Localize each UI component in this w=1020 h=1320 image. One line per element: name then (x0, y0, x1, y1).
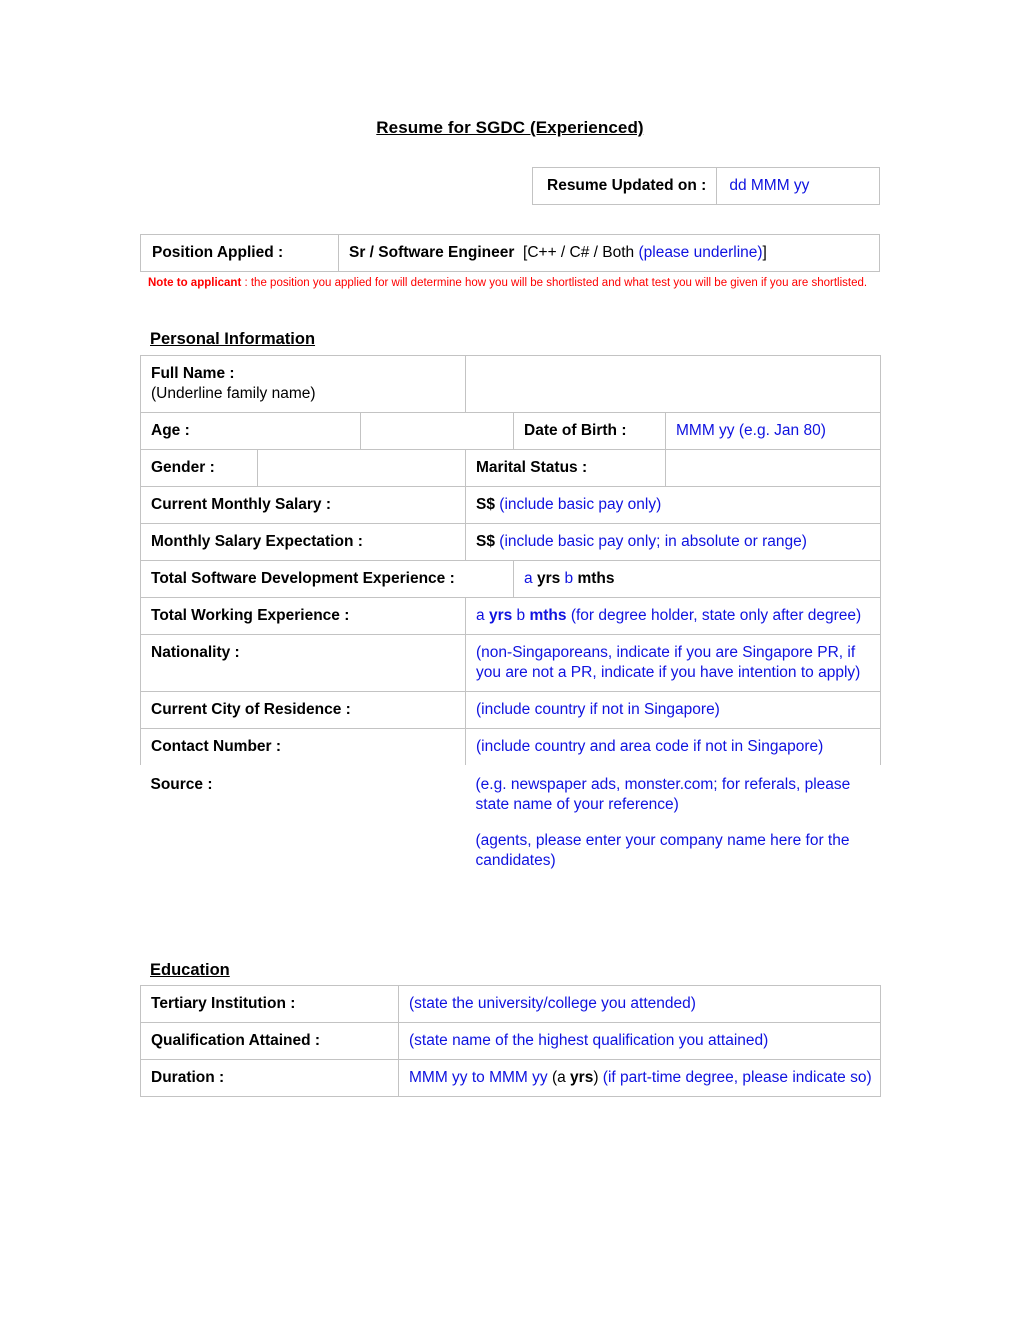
dev-experience-label-cell: Total Software Development Experience : (139, 560, 515, 598)
duration-years-unit: yrs (570, 1069, 594, 1086)
duration-value-cell[interactable]: MMM yy to MMM yy (a yrs) (if part-time d… (398, 1059, 881, 1097)
table-row-full-name: Full Name : (Underline family name) (139, 355, 882, 413)
tertiary-institution-label-cell: Tertiary Institution : (140, 985, 399, 1023)
dev-experience-months-value: b (564, 570, 574, 587)
date-of-birth-value-cell[interactable]: MMM yy (e.g. Jan 80) (665, 412, 882, 450)
marital-status-label-cell: Marital Status : (465, 449, 667, 487)
page-title: Resume for SGDC (Experienced) (376, 118, 644, 137)
duration-range-text: MMM yy to MMM yy (409, 1069, 552, 1086)
resume-updated-value[interactable]: dd MMM yy (717, 168, 819, 204)
table-row-dev-experience: Total Software Development Experience : … (139, 560, 882, 598)
contact-number-value-cell[interactable]: (include country and area code if not in… (465, 728, 882, 765)
full-name-label-cell: Full Name : (Underline family name) (139, 355, 467, 413)
table-row-current-city: Current City of Residence : (include cou… (139, 691, 882, 729)
dev-experience-months-unit: mths (577, 570, 615, 587)
source-label-cell: Source : (150, 776, 213, 793)
note-to-applicant-text: : the position you applied for will dete… (241, 277, 868, 289)
duration-label-cell: Duration : (140, 1059, 399, 1097)
working-experience-months-unit: mths (529, 607, 567, 624)
working-experience-years-value: a (476, 607, 485, 624)
working-experience-label-cell: Total Working Experience : (139, 597, 467, 635)
qualification-attained-label-cell: Qualification Attained : (140, 1022, 399, 1060)
position-applied-label: Position Applied : (141, 235, 339, 271)
source-hint-agents: (agents, please enter your company name … (475, 832, 850, 869)
nationality-value-cell[interactable]: (non-Singaporeans, indicate if you are S… (465, 634, 882, 692)
section-heading-personal-information: Personal Information (150, 330, 316, 348)
resume-updated-box: Resume Updated on : dd MMM yy (532, 167, 880, 205)
source-value-cell[interactable]: (e.g. newspaper ads, monster.com; for re… (466, 765, 881, 879)
education-table: Tertiary Institution : (state the univer… (140, 985, 881, 1097)
salary-expectation-hint: (include basic pay only; in absolute or … (499, 533, 807, 550)
table-row-source: Source : (e.g. newspaper ads, monster.co… (141, 765, 881, 879)
position-role-text: Sr / Software Engineer (349, 244, 515, 261)
table-row-working-experience: Total Working Experience : a yrs b mths … (139, 597, 882, 635)
full-name-label: Full Name : (151, 365, 235, 382)
section-heading-education: Education (150, 961, 230, 979)
current-city-value-cell[interactable]: (include country if not in Singapore) (465, 691, 882, 729)
table-row-duration: Duration : MMM yy to MMM yy (a yrs) (if … (140, 1059, 881, 1097)
qualification-attained-value-cell[interactable]: (state name of the highest qualification… (398, 1022, 881, 1060)
age-label-cell: Age : (140, 412, 361, 450)
source-hint-primary: (e.g. newspaper ads, monster.com; for re… (475, 776, 851, 813)
personal-information-table: Full Name : (Underline family name) Age … (139, 355, 882, 879)
current-salary-currency: S$ (476, 496, 495, 513)
resume-form-page: Resume for SGDC (Experienced) Resume Upd… (0, 0, 1020, 1320)
table-row-gender-marital: Gender : Marital Status : (140, 449, 882, 487)
working-experience-years-unit: yrs (488, 607, 513, 624)
full-name-subnote: (Underline family name) (151, 385, 316, 402)
gender-input-cell[interactable] (256, 449, 467, 487)
full-name-input-cell[interactable] (465, 355, 882, 413)
note-to-applicant-bold: Note to applicant (148, 277, 242, 289)
table-row-salary-expectation: Monthly Salary Expectation : S$ (include… (139, 523, 882, 561)
table-row-tertiary-institution: Tertiary Institution : (state the univer… (140, 985, 881, 1023)
table-row-nationality: Nationality : (non-Singaporeans, indicat… (139, 634, 882, 692)
position-applied-box: Position Applied : Sr / Software Enginee… (140, 234, 880, 272)
table-row-current-salary: Current Monthly Salary : S$ (include bas… (139, 486, 882, 524)
nationality-label-cell: Nationality : (139, 634, 467, 692)
working-experience-hint: (for degree holder, state only after deg… (570, 607, 862, 624)
position-underline-hint: (please underline) (638, 244, 763, 261)
gender-label-cell: Gender : (140, 449, 258, 487)
contact-number-label-cell: Contact Number : (139, 728, 467, 765)
duration-hint: (if part-time degree, please indicate so… (598, 1069, 872, 1086)
dev-experience-value-cell[interactable]: a yrs b mths (513, 560, 882, 598)
resume-updated-label: Resume Updated on : (533, 168, 718, 204)
position-bracket-close: ] (762, 244, 767, 261)
position-applied-value[interactable]: Sr / Software Engineer [C++ / C# / Both … (339, 235, 879, 271)
note-to-applicant: Note to applicant : the position you app… (148, 276, 874, 291)
duration-years-value: a (557, 1069, 566, 1086)
salary-expectation-label-cell: Monthly Salary Expectation : (139, 523, 467, 561)
working-experience-months-value: b (516, 607, 526, 624)
position-bracket-open: [C++ / C# / Both (523, 244, 639, 261)
tertiary-institution-value-cell[interactable]: (state the university/college you attend… (398, 985, 881, 1023)
table-row-qualification-attained: Qualification Attained : (state name of … (140, 1022, 881, 1060)
current-salary-hint: (include basic pay only) (499, 496, 662, 513)
marital-status-input-cell[interactable] (665, 449, 882, 487)
dev-experience-years-unit: yrs (536, 570, 561, 587)
current-salary-value-cell[interactable]: S$ (include basic pay only) (465, 486, 882, 524)
dev-experience-years-value: a (524, 570, 533, 587)
salary-expectation-value-cell[interactable]: S$ (include basic pay only; in absolute … (465, 523, 882, 561)
working-experience-value-cell[interactable]: a yrs b mths (for degree holder, state o… (465, 597, 882, 635)
date-of-birth-label-cell: Date of Birth : (513, 412, 667, 450)
current-city-label-cell: Current City of Residence : (139, 691, 467, 729)
table-row-contact-number: Contact Number : (include country and ar… (139, 728, 882, 765)
age-input-cell[interactable] (359, 412, 515, 450)
table-row-age-dob: Age : Date of Birth : MMM yy (e.g. Jan 8… (140, 412, 882, 450)
current-salary-label-cell: Current Monthly Salary : (139, 486, 467, 524)
salary-expectation-currency: S$ (476, 533, 495, 550)
